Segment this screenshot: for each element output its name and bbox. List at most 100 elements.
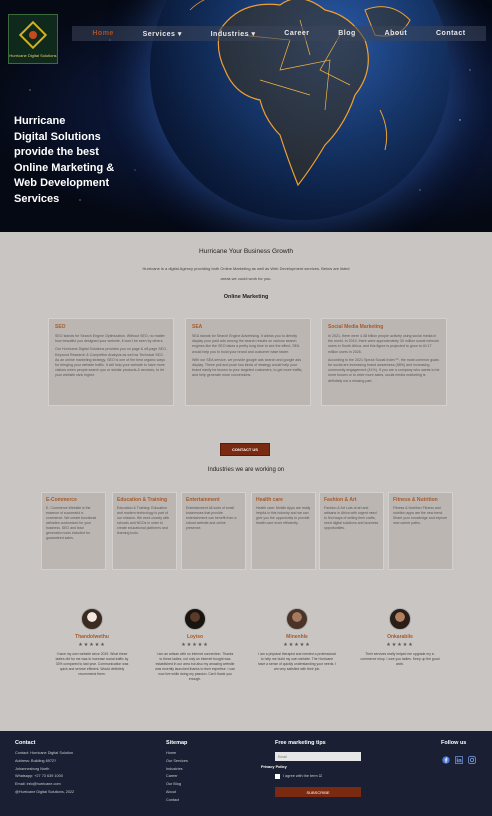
- online-marketing-title: Online Marketing: [223, 294, 269, 300]
- testimonial-card: Thandolwethu ★★★★★ I have my own website…: [52, 608, 132, 677]
- testimonial-name: Thandolwethu: [75, 634, 109, 640]
- instagram-icon[interactable]: [468, 756, 476, 764]
- testimonial-text: I am a physical therapist and needed a p…: [257, 652, 337, 671]
- service-card-title: SEO: [55, 324, 66, 330]
- rating-stars: ★★★★★: [386, 642, 414, 648]
- rating-stars: ★★★★★: [181, 642, 209, 648]
- hero-line: provide the best: [14, 146, 99, 158]
- footer-contact-title: Contact: [15, 740, 36, 746]
- footer-contact-line: @Hurricane Digital Solutions, 2022: [15, 789, 75, 794]
- testimonial-card: Loyiso ★★★★★ I am an artisan with no int…: [155, 608, 235, 681]
- sitemap-link-industries[interactable]: Industries: [166, 766, 188, 774]
- service-card-text: SEA stands for Search Engine Advertising…: [192, 334, 300, 354]
- hero-line: Digital Solutions: [14, 130, 101, 143]
- testimonial-name: Minenhle: [286, 634, 308, 640]
- subscribe-button[interactable]: SUBSCRIBE: [275, 787, 361, 797]
- nav-item-industries[interactable]: Industries ▾: [211, 30, 256, 38]
- footer-follow-title: Follow us: [441, 740, 467, 746]
- sitemap-link-services[interactable]: Our Services: [166, 758, 188, 766]
- contact-us-button[interactable]: CONTACT US: [220, 443, 270, 456]
- service-card-social-media: Social Media Marketing In 2021, there we…: [321, 318, 447, 406]
- industry-card-text: Education & Training: Education and mode…: [117, 506, 170, 535]
- sitemap-link-home[interactable]: Home: [166, 750, 188, 758]
- industry-card-title: Fashion & Art: [324, 497, 357, 503]
- industry-card-fitness: Fitness & Nutrition Fitness & Nutrition …: [388, 492, 453, 570]
- terms-label: I agree with the term ☑: [283, 774, 323, 778]
- industry-card-title: Fitness & Nutrition: [393, 497, 438, 503]
- testimonial-text: Their services really helped me upgrade …: [360, 652, 440, 666]
- service-card-text: In 2021, there were 4.48 billion people …: [328, 334, 439, 354]
- logo-diamond-icon: [18, 20, 48, 49]
- nav-item-services[interactable]: Services ▾: [143, 30, 182, 38]
- footer-contact-line: Johannesburg North: [15, 766, 50, 771]
- avatar: [286, 608, 308, 630]
- industries-title: Industries we are working on: [207, 467, 285, 473]
- nav-item-career[interactable]: Career: [284, 30, 309, 37]
- industry-card-text: E- Commerce Website is the essence of su…: [46, 506, 97, 540]
- footer-contact-line: Address: Building 8972?: [15, 758, 57, 763]
- industry-card-title: Entertainment: [186, 497, 220, 503]
- company-logo[interactable]: Hurricane Digital Solutions: [8, 14, 58, 64]
- sitemap-link-contact[interactable]: Contact: [166, 797, 188, 805]
- industry-card-ecommerce: E-Commerce E- Commerce Website is the es…: [41, 492, 106, 570]
- nav-item-home[interactable]: Home: [92, 30, 113, 37]
- site-footer: Contact Contact: Hurricane Digital Solut…: [0, 731, 492, 816]
- privacy-policy-label: Privacy Policy: [261, 765, 287, 769]
- hero-line: Hurricane: [14, 115, 66, 127]
- facebook-icon[interactable]: [442, 756, 450, 764]
- footer-newsletter-title: Free marketing tips: [275, 740, 326, 746]
- hero-section: Hurricane Digital Solutions Home Service…: [0, 0, 492, 232]
- testimonial-name: Loyiso: [186, 634, 204, 640]
- terms-checkbox[interactable]: [275, 774, 280, 780]
- footer-contact-line: Contact: Hurricane Digital Solution: [15, 751, 74, 755]
- hero-line: Services: [14, 192, 60, 205]
- logo-text: Hurricane Digital Solutions: [9, 52, 57, 58]
- testimonial-card: Onkarabile ★★★★★ Their services really h…: [360, 608, 440, 667]
- avatar: [389, 608, 411, 630]
- intro-text: Hurricane is a digital Agency providing …: [142, 266, 350, 281]
- service-card-text: SEO stands for Search Engine Optimizatio…: [55, 334, 165, 344]
- industry-card-title: Education & Training: [117, 497, 168, 503]
- industry-card-education: Education & Training Education & Trainin…: [112, 492, 177, 570]
- service-card-title: SEA: [192, 324, 203, 330]
- testimonial-text: I have my own website since 2019. What t…: [55, 652, 129, 676]
- footer-sitemap-title: Sitemap: [166, 740, 188, 746]
- footer-sitemap-links: Home Our Services Industries Career Our …: [166, 750, 188, 805]
- footer-contact-line: Email: info@hurricane.com: [15, 782, 61, 787]
- rating-stars: ★★★★★: [283, 642, 311, 648]
- industry-card-health-care: Health care Health care: Mobile Apps are…: [251, 492, 316, 570]
- intro-title: Hurricane Your Business Growth: [199, 248, 293, 255]
- avatar: [81, 608, 103, 630]
- service-card-seo: SEO SEO stands for Search Engine Optimiz…: [48, 318, 174, 406]
- industry-card-text: Entertainment All sorts of small busines…: [186, 506, 237, 530]
- testimonial-name: Onkarabile: [387, 634, 413, 640]
- rating-stars: ★★★★★: [78, 642, 106, 648]
- nav-item-about[interactable]: About: [385, 30, 408, 37]
- industry-card-text: Fashion & Art Lots of art and artisans i…: [324, 506, 379, 530]
- service-card-sea: SEA SEA stands for Search Engine Adverti…: [185, 318, 311, 406]
- footer-contact-info: Contact: Hurricane Digital Solution Addr…: [15, 750, 74, 797]
- industry-card-title: E-Commerce: [46, 497, 77, 503]
- nav-item-contact[interactable]: Contact: [436, 30, 466, 37]
- nav-item-blog[interactable]: Blog: [338, 30, 356, 37]
- newsletter-email-input[interactable]: [275, 752, 361, 761]
- hero-headline: Hurricane Digital Solutions provide the …: [14, 114, 154, 207]
- industry-card-entertainment: Entertainment Entertainment All sorts of…: [181, 492, 246, 570]
- sitemap-link-career[interactable]: Career: [166, 773, 188, 781]
- industry-card-fashion-art: Fashion & Art Fashion & Art Lots of art …: [319, 492, 384, 570]
- sitemap-link-blog[interactable]: Our Blog: [166, 781, 188, 789]
- service-card-text: Our Hurricane Digital Solutions provides…: [55, 347, 167, 378]
- testimonial-card: Minenhle ★★★★★ I am a physical therapist…: [257, 608, 337, 672]
- hero-line: Web Development: [14, 177, 110, 189]
- hero-line: Online Marketing &: [14, 161, 115, 174]
- industry-card-text: Health care: Mobile Apps are really help…: [256, 506, 311, 525]
- service-card-text: With our SEA service, we provide google …: [192, 357, 303, 378]
- terms-agreement: I agree with the term ☑: [275, 773, 322, 781]
- linkedin-icon[interactable]: [455, 756, 463, 764]
- avatar: [184, 608, 206, 630]
- main-navigation: Home Services ▾ Industries ▾ Career Blog…: [72, 26, 486, 41]
- sitemap-link-about[interactable]: About: [166, 789, 188, 797]
- service-card-title: Social Media Marketing: [328, 324, 384, 330]
- footer-contact-line: Whatsapp: +27 73 639 1000: [15, 774, 63, 779]
- service-card-text: According to the 2021 Sprout Social Inde…: [328, 357, 440, 383]
